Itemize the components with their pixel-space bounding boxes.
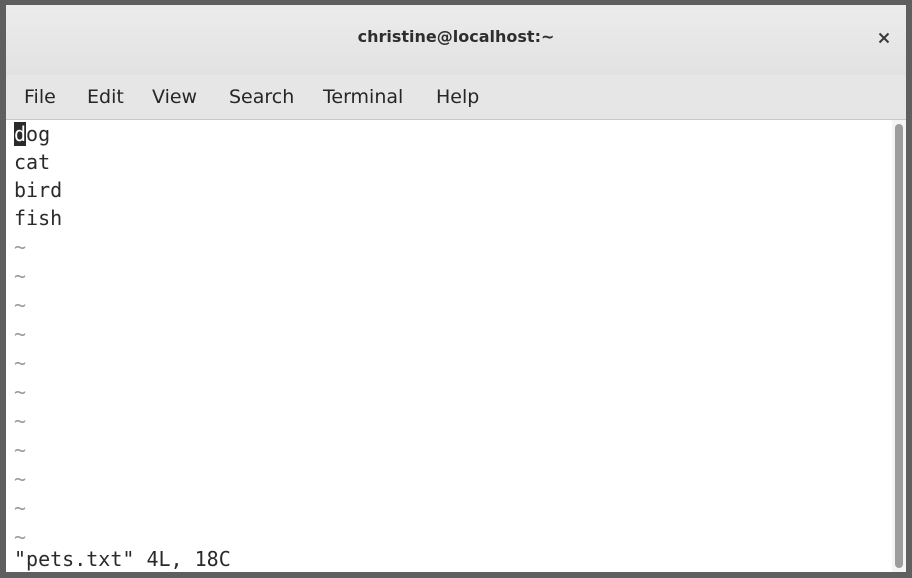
close-button[interactable] [876,30,892,46]
buffer-line-1: dog [14,120,50,148]
empty-line-marker: ~ [14,235,27,259]
buffer-line-4: fish [14,206,63,230]
close-icon [878,32,890,44]
empty-line-marker: ~ [14,293,27,317]
empty-line-marker: ~ [14,496,27,520]
menu-help[interactable]: Help [436,86,479,108]
menu-file[interactable]: File [24,86,56,108]
buffer-line-1-text: og [26,122,51,146]
menu-view[interactable]: View [152,86,197,108]
terminal-area[interactable]: dog cat bird fish ~ ~ ~ ~ ~ ~ ~ ~ ~ ~ ~ … [6,120,892,572]
buffer-line-3: bird [14,178,63,202]
empty-line-marker: ~ [14,409,27,433]
window-title: christine@localhost:~ [357,27,555,46]
title-bar[interactable]: christine@localhost:~ [6,5,906,75]
menu-terminal[interactable]: Terminal [323,86,403,108]
buffer-line-2: cat [14,150,51,174]
empty-line-marker: ~ [14,438,27,462]
terminal-window: christine@localhost:~ File Edit View Sea… [0,0,912,578]
empty-line-marker: ~ [14,467,27,491]
status-line: "pets.txt" 4L, 18C [14,547,231,571]
empty-line-marker: ~ [14,322,27,346]
empty-line-marker: ~ [14,380,27,404]
menu-bar: File Edit View Search Terminal Help [6,75,906,120]
empty-line-marker: ~ [14,264,27,288]
window-content: christine@localhost:~ File Edit View Sea… [6,5,906,572]
menu-edit[interactable]: Edit [87,86,124,108]
menu-search[interactable]: Search [229,86,294,108]
empty-line-marker: ~ [14,351,27,375]
vertical-scrollbar[interactable] [892,120,906,572]
text-cursor: d [14,122,27,146]
scrollbar-thumb[interactable] [895,124,903,568]
